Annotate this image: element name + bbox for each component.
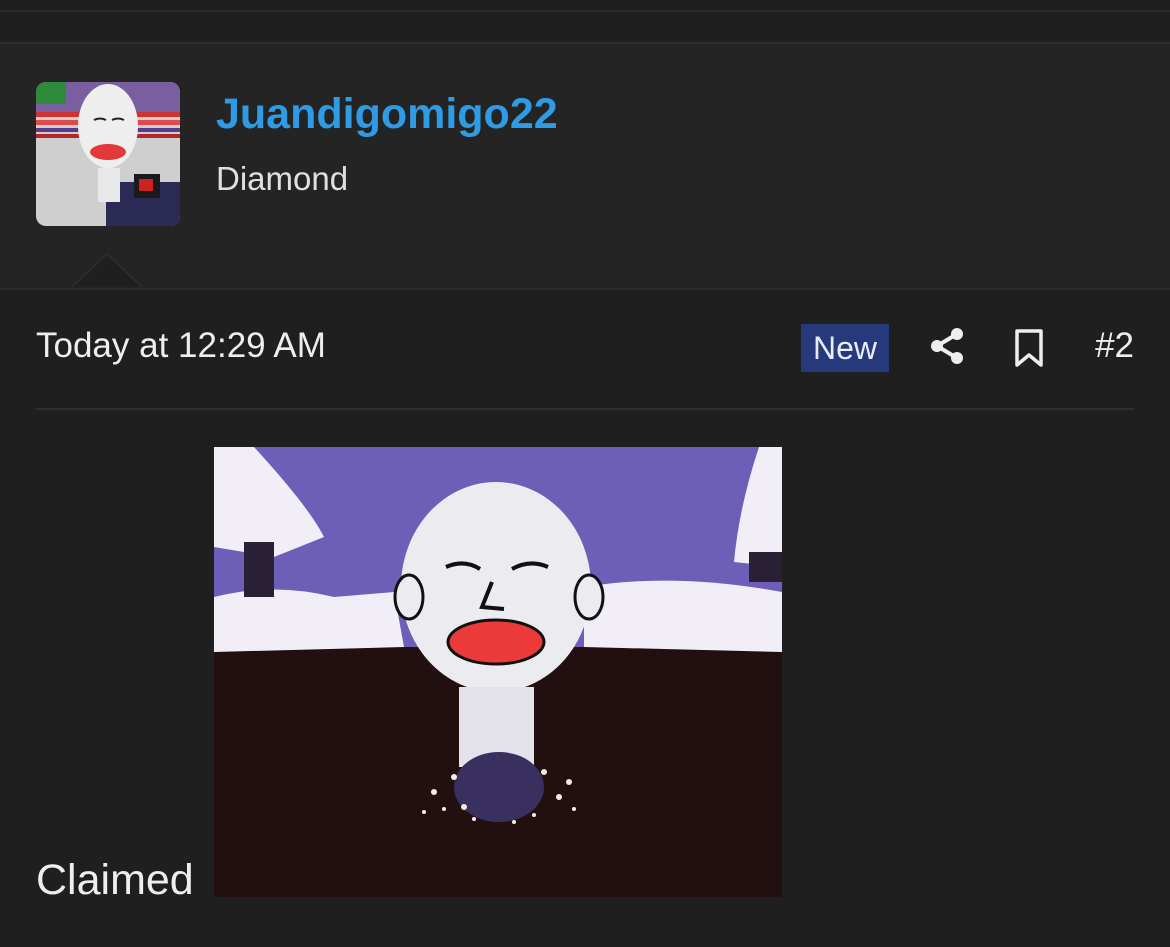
post-body-text: Claimed bbox=[36, 856, 194, 904]
share-icon[interactable] bbox=[929, 326, 965, 366]
new-badge: New bbox=[801, 324, 890, 372]
post-user-header: Juandigomigo22 Diamond bbox=[0, 42, 1170, 290]
user-avatar[interactable] bbox=[36, 82, 180, 226]
post-meta-row: Today at 12:29 AM New #2 bbox=[36, 322, 1134, 374]
bookmark-icon[interactable] bbox=[1014, 328, 1044, 368]
meta-divider bbox=[36, 408, 1134, 410]
user-rank-title: Diamond bbox=[216, 160, 349, 197]
header-caret bbox=[72, 252, 142, 288]
top-strip bbox=[0, 0, 1170, 12]
post-image[interactable] bbox=[214, 447, 782, 897]
username-link[interactable]: Juandigomigo22 bbox=[216, 90, 558, 139]
post-timestamp[interactable]: Today at 12:29 AM bbox=[36, 326, 326, 366]
post-number-link[interactable]: #2 bbox=[1095, 326, 1134, 366]
